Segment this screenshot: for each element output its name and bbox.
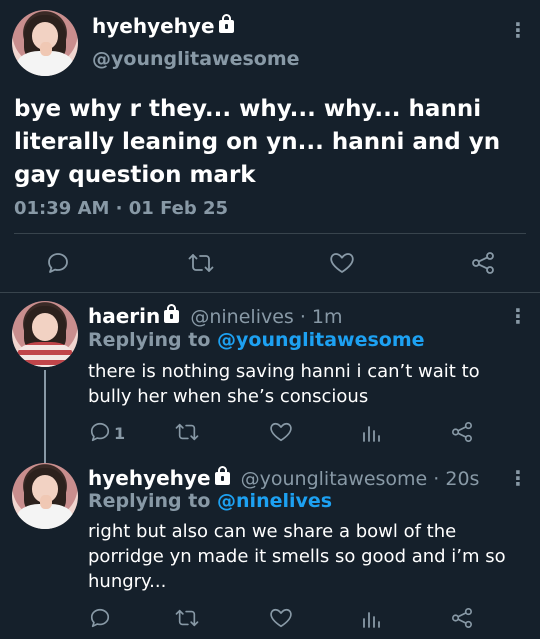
avatar[interactable] [12, 10, 78, 76]
replying-to: Replying to @younglitawesome [88, 329, 425, 351]
thread-line [44, 370, 46, 465]
retweet-icon[interactable] [188, 251, 214, 275]
divider [0, 292, 540, 293]
display-name[interactable]: haerin [88, 304, 160, 328]
reply-header: hyehyehye @younglitawesome · 20s [88, 466, 479, 490]
replying-to-link[interactable]: @ninelives [217, 490, 332, 512]
more-options-icon[interactable]: ⋮ [508, 20, 528, 40]
lock-icon [218, 14, 234, 33]
reply-text: right but also can we share a bowl of th… [88, 521, 506, 592]
replying-to-link[interactable]: @younglitawesome [217, 329, 425, 351]
tweet-text: bye why r they... why... why... hanni li… [14, 96, 501, 188]
reply-icon[interactable] [89, 607, 111, 629]
reply-count: 1 [114, 424, 126, 443]
reply-icon[interactable] [89, 421, 111, 443]
more-options-icon[interactable]: ⋮ [508, 468, 528, 488]
reply-text: there is nothing saving hanni i can’t wa… [88, 361, 480, 407]
replying-label: Replying to [88, 490, 211, 512]
replying-label: Replying to [88, 329, 211, 351]
replying-to: Replying to @ninelives [88, 490, 332, 512]
lock-icon [214, 466, 230, 485]
like-icon[interactable] [329, 251, 355, 275]
analytics-icon[interactable] [360, 607, 382, 629]
like-icon[interactable] [269, 421, 293, 443]
handle[interactable]: @younglitawesome [92, 48, 300, 70]
avatar[interactable] [12, 463, 78, 529]
display-name[interactable]: hyehyehye [88, 466, 211, 490]
like-icon[interactable] [269, 607, 293, 629]
tweet-timestamp: 01:39 AM · 01 Feb 25 [14, 198, 229, 219]
retweet-icon[interactable] [175, 607, 199, 629]
share-icon[interactable] [450, 607, 474, 629]
display-name[interactable]: hyehyehye [92, 14, 215, 38]
lock-icon [164, 304, 180, 323]
share-icon[interactable] [470, 251, 496, 275]
reply-header: haerin @ninelives · 1m [88, 304, 343, 328]
divider [14, 233, 526, 234]
more-options-icon[interactable]: ⋮ [508, 306, 528, 326]
handle-and-time[interactable]: @younglitawesome · 20s [241, 468, 480, 490]
avatar[interactable] [12, 301, 78, 367]
retweet-icon[interactable] [175, 421, 199, 443]
share-icon[interactable] [450, 421, 474, 443]
reply-icon[interactable] [46, 251, 70, 275]
tweet-author-name-row: hyehyehye [92, 14, 234, 38]
analytics-icon[interactable] [360, 421, 382, 443]
handle-and-time[interactable]: @ninelives · 1m [190, 306, 342, 328]
